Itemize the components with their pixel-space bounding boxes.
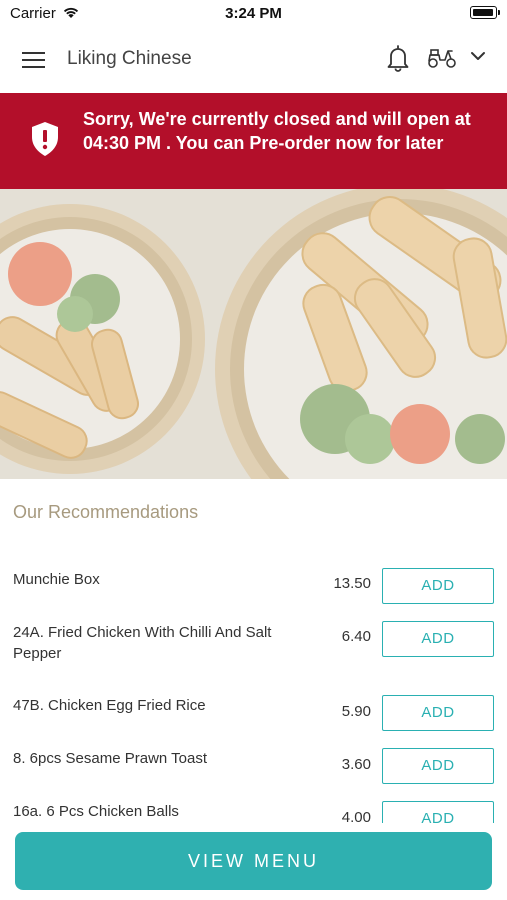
item-name: 47B. Chicken Egg Fried Rice: [13, 697, 206, 714]
add-button[interactable]: ADD: [382, 568, 494, 604]
item-price: 13.50: [333, 575, 371, 592]
add-button[interactable]: ADD: [382, 695, 494, 731]
item-name: 16a. 6 Pcs Chicken Balls: [13, 803, 179, 820]
item-price: 5.90: [341, 703, 371, 720]
hero-image: [0, 189, 507, 479]
section-title: Our Recommendations: [13, 502, 199, 522]
status-time: 3:24 PM: [225, 5, 282, 22]
status-bar: Carrier 3:24 PM: [0, 0, 507, 28]
closed-message: Sorry, We're currently closed and will o…: [83, 109, 471, 153]
item-name: 8. 6pcs Sesame Prawn Toast: [13, 750, 207, 767]
page-title: Liking Chinese: [67, 48, 192, 69]
app-header: Liking Chinese: [0, 28, 507, 93]
add-button[interactable]: ADD: [382, 748, 494, 784]
item-price: 3.60: [341, 756, 371, 773]
battery-icon: [470, 6, 500, 19]
item-price: 4.00: [341, 809, 371, 823]
scooter-icon[interactable]: [427, 47, 457, 74]
item-name: Munchie Box: [13, 571, 100, 588]
view-menu-button[interactable]: VIEW MENU: [15, 832, 492, 890]
chevron-down-icon[interactable]: [469, 49, 487, 68]
bell-icon[interactable]: [386, 44, 410, 77]
shield-icon: [31, 121, 59, 162]
item-name: 24A. Fried Chicken With Chilli And Salt …: [13, 624, 272, 662]
recommendations-list: Munchie Box 13.50 ADD 24A. Fried Chicken…: [0, 545, 507, 823]
add-button[interactable]: ADD: [382, 801, 494, 823]
add-button[interactable]: ADD: [382, 621, 494, 657]
menu-icon[interactable]: [22, 50, 46, 70]
item-price: 6.40: [341, 628, 371, 645]
